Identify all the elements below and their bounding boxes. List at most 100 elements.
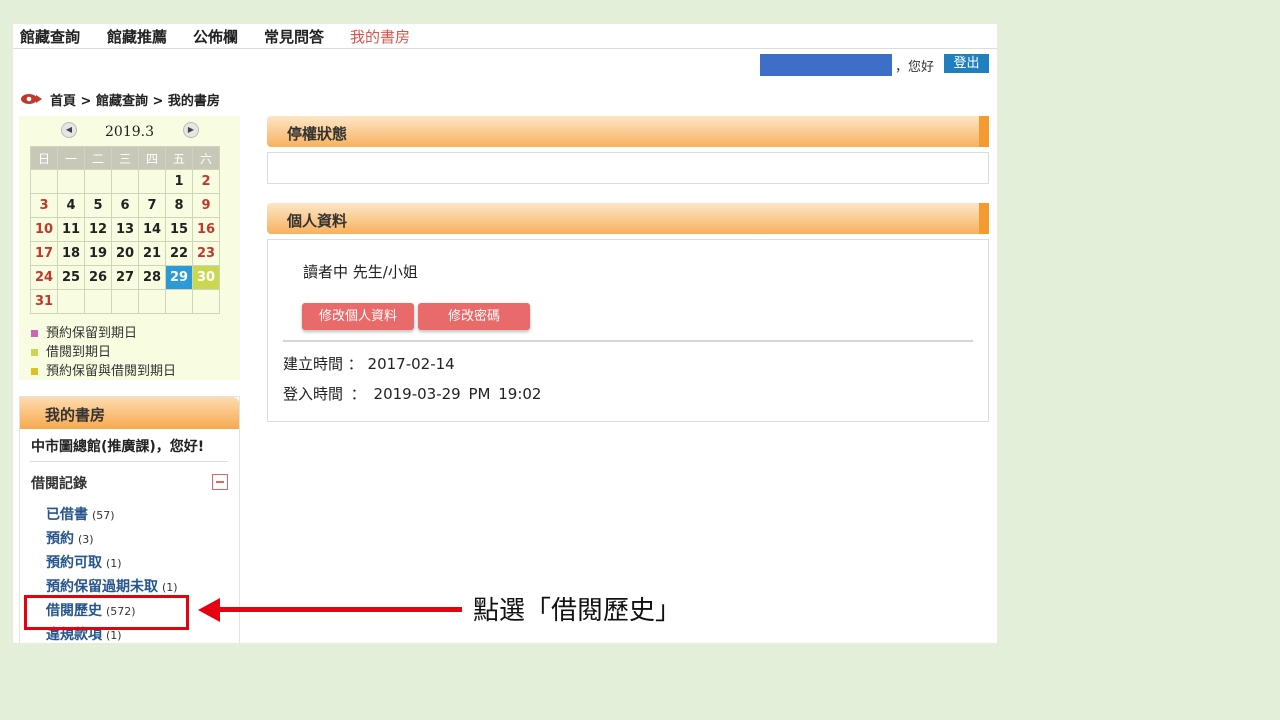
calendar-day — [111, 169, 139, 194]
calendar-day[interactable]: 23 — [192, 241, 220, 266]
calendar-day — [111, 289, 139, 314]
calendar-day[interactable]: 13 — [111, 217, 139, 242]
logout-button[interactable]: 登出 — [944, 54, 989, 73]
arrow-shaft — [218, 607, 462, 612]
calendar-day[interactable]: 2 — [192, 169, 220, 194]
calendar-day[interactable]: 31 — [30, 289, 58, 314]
calendar-day[interactable]: 3 — [30, 193, 58, 218]
calendar-day[interactable]: 6 — [111, 193, 139, 218]
highlight-box — [24, 595, 189, 630]
calendar-day[interactable]: 7 — [138, 193, 166, 218]
calendar-day-today[interactable]: 29 — [165, 265, 193, 290]
calendar-day[interactable]: 27 — [111, 265, 139, 290]
calendar-day[interactable]: 11 — [57, 217, 85, 242]
calendar-day — [165, 289, 193, 314]
calendar-day[interactable]: 19 — [84, 241, 112, 266]
sidebar-item-expired-holds[interactable]: 預約保留過期未取 (1) — [46, 576, 178, 596]
nav-my-study[interactable]: 我的書房 — [350, 26, 410, 47]
calendar-day[interactable]: 26 — [84, 265, 112, 290]
weekday-header: 五 — [165, 146, 193, 170]
legend-borrow-due: 借閱到期日 — [31, 341, 111, 360]
sidebar-header: 我的書房 — [20, 397, 239, 429]
edit-profile-button[interactable]: 修改個人資料 — [302, 303, 414, 330]
calendar-day[interactable]: 4 — [57, 193, 85, 218]
calendar-day — [30, 169, 58, 194]
sidebar-item-reservations[interactable]: 預約 (3) — [46, 528, 94, 548]
calendar-day[interactable]: 16 — [192, 217, 220, 242]
calendar-day[interactable]: 17 — [30, 241, 58, 266]
sidebar-title: 我的書房 — [45, 406, 106, 424]
legend-label: 借閱到期日 — [46, 345, 112, 360]
nav-collection-recommend[interactable]: 館藏推薦 — [107, 26, 167, 47]
borrow-records-section: 借閱記錄 — [31, 476, 87, 492]
calendar-day[interactable]: 12 — [84, 217, 112, 242]
calendar-day — [138, 169, 166, 194]
calendar-day[interactable]: 28 — [138, 265, 166, 290]
weekday-header: 日 — [30, 146, 58, 170]
calendar-day[interactable]: 22 — [165, 241, 193, 266]
created-time: 建立時間 ： 2017-02-14 — [283, 355, 455, 373]
legend-swatch — [31, 368, 38, 375]
suspension-panel-header: 停權狀態 — [267, 116, 989, 147]
calendar-day[interactable]: 15 — [165, 217, 193, 242]
calendar-day[interactable]: 5 — [84, 193, 112, 218]
nav-bulletin[interactable]: 公佈欄 — [193, 26, 238, 47]
reader-name: 讀者中 先生/小姐 — [303, 263, 418, 281]
legend-reservation-hold: 預約保留到期日 — [31, 322, 137, 341]
sidebar-item-count: (1) — [162, 581, 178, 594]
divider — [30, 461, 228, 462]
nav-faq[interactable]: 常見問答 — [264, 26, 324, 47]
sidebar-item-count: (57) — [92, 509, 115, 522]
sidebar-item-label: 預約保留過期未取 — [46, 579, 158, 595]
calendar-day[interactable]: 1 — [165, 169, 193, 194]
calendar-day[interactable]: 20 — [111, 241, 139, 266]
calendar-day[interactable]: 18 — [57, 241, 85, 266]
library-page: 館藏查詢 館藏推薦 公佈欄 常見問答 我的書房 ，您好 登出 首頁 > 館藏查詢… — [13, 24, 997, 643]
prev-month-icon[interactable]: ◀ — [61, 122, 77, 138]
greeting-text: ，您好 — [895, 60, 935, 75]
breadcrumb: 首頁 > 館藏查詢 > 我的書房 — [50, 94, 220, 109]
sidebar-item-count: (3) — [78, 533, 94, 546]
calendar-day[interactable]: 10 — [30, 217, 58, 242]
legend-label: 預約保留到期日 — [46, 326, 138, 341]
profile-panel-header: 個人資料 — [267, 203, 989, 234]
suspension-panel-title: 停權狀態 — [287, 125, 348, 143]
sidebar-item-borrowed[interactable]: 已借書 (57) — [46, 504, 115, 524]
weekday-header: 二 — [84, 146, 112, 170]
login-time: 登入時間 ： 2019-03-29 PM 19:02 — [283, 385, 542, 403]
sidebar-item-count: (1) — [106, 557, 122, 570]
username-redaction — [760, 54, 892, 76]
divider — [283, 340, 973, 342]
suspension-panel-body — [267, 152, 989, 184]
next-month-icon[interactable]: ▶ — [183, 122, 199, 138]
calendar-day — [84, 289, 112, 314]
instruction-text: 點選「借閱歷史」 — [473, 596, 682, 626]
calendar-day — [192, 289, 220, 314]
calendar-day[interactable]: 24 — [30, 265, 58, 290]
sidebar-item-label: 預約 — [46, 531, 74, 547]
calendar-day — [57, 169, 85, 194]
top-navigation: 館藏查詢 館藏推薦 公佈欄 常見問答 我的書房 — [13, 24, 997, 49]
collapse-icon[interactable] — [212, 474, 228, 490]
panel-tab-decoration — [979, 116, 989, 147]
calendar-day — [138, 289, 166, 314]
legend-both-due: 預約保留與借閱到期日 — [31, 360, 176, 379]
calendar-day-due[interactable]: 30 — [192, 265, 220, 290]
location-pin-icon — [21, 94, 42, 104]
legend-label: 預約保留與借閱到期日 — [46, 364, 177, 379]
nav-collection-search[interactable]: 館藏查詢 — [20, 26, 80, 47]
sidebar-item-ready-pickup[interactable]: 預約可取 (1) — [46, 552, 122, 572]
change-password-button[interactable]: 修改密碼 — [418, 303, 530, 330]
calendar-day[interactable]: 14 — [138, 217, 166, 242]
weekday-header: 三 — [111, 146, 139, 170]
weekday-header: 六 — [192, 146, 220, 170]
profile-panel-title: 個人資料 — [287, 212, 348, 230]
calendar-day[interactable]: 25 — [57, 265, 85, 290]
calendar-grid: 日 一 二 三 四 五 六 1 2 3 4 5 6 7 8 9 10 11 12… — [30, 146, 220, 314]
calendar-day[interactable]: 9 — [192, 193, 220, 218]
calendar-day — [84, 169, 112, 194]
calendar-title: 2019.3 — [105, 124, 154, 140]
calendar-day[interactable]: 21 — [138, 241, 166, 266]
calendar-day[interactable]: 8 — [165, 193, 193, 218]
arrow-left-icon — [198, 598, 220, 622]
